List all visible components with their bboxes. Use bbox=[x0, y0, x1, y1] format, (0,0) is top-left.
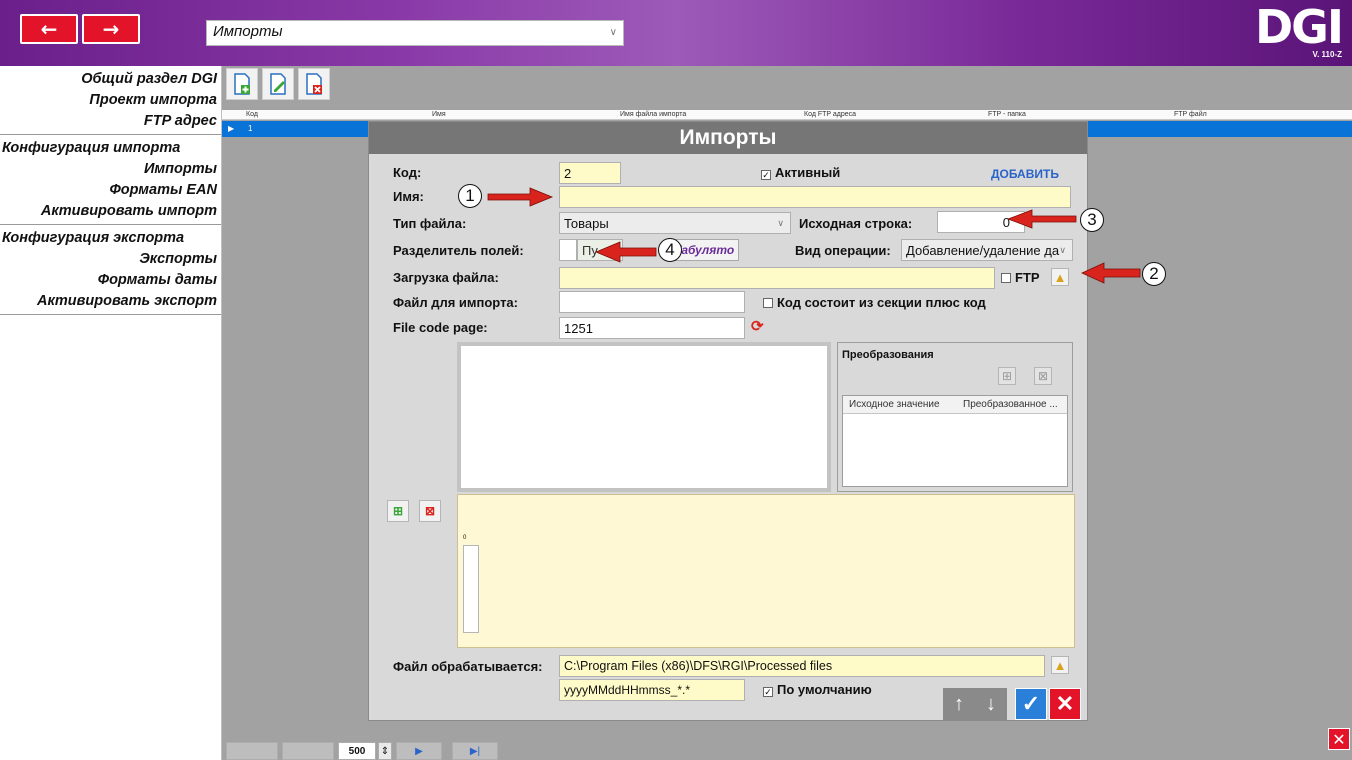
annotation-marker-1: 1 bbox=[458, 184, 482, 208]
annotation-marker-2: 2 bbox=[1142, 262, 1166, 286]
annotation-marker-3: 3 bbox=[1080, 208, 1104, 232]
annotation-layer bbox=[487, 187, 1141, 284]
close-icon: ✕ bbox=[1332, 729, 1346, 749]
annotation-marker-4: 4 bbox=[658, 238, 682, 262]
annotation-arrow-4 bbox=[594, 241, 657, 263]
annotation-arrow-2 bbox=[1081, 262, 1141, 284]
annotation-arrow-3 bbox=[1006, 209, 1077, 229]
close-app-button[interactable]: ✕ bbox=[1328, 728, 1350, 750]
annotation-arrow-1 bbox=[487, 187, 554, 207]
